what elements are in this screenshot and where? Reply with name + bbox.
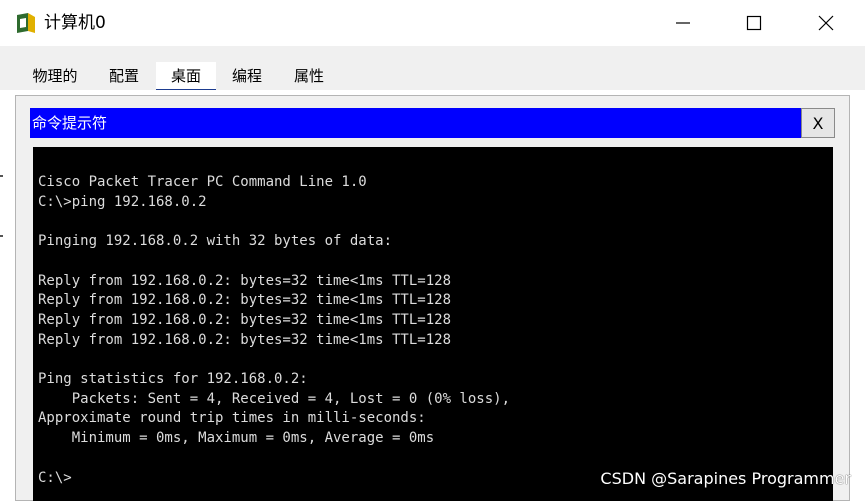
terminal-line: Cisco Packet Tracer PC Command Line 1.0	[38, 174, 367, 190]
tab-physical[interactable]: 物理的	[22, 62, 88, 92]
tab-strip: 物理的 配置 桌面 编程 属性	[0, 46, 865, 92]
command-prompt-title: 命令提示符	[32, 114, 108, 132]
terminal-line: Minimum = 0ms, Maximum = 0ms, Average = …	[38, 430, 435, 447]
minimize-button[interactable]	[663, 8, 703, 38]
command-prompt-close-button[interactable]: X	[801, 108, 835, 138]
close-button[interactable]	[806, 8, 846, 38]
terminal-line: Pinging 192.168.0.2 with 32 bytes of dat…	[38, 233, 393, 250]
terminal-line: Approximate round trip times in milli-se…	[38, 410, 426, 427]
terminal-text: Cisco Packet Tracer PC Command Line 1.0 …	[38, 173, 510, 488]
maximize-icon	[746, 15, 762, 31]
command-prompt-title-bar[interactable]: 命令提示符 X	[30, 108, 835, 138]
edge-mark	[0, 235, 3, 237]
edge-mark	[0, 175, 3, 177]
maximize-button[interactable]	[734, 8, 774, 38]
terminal-line: Reply from 192.168.0.2: bytes=32 time<1m…	[38, 272, 452, 289]
terminal-line: Ping statistics for 192.168.0.2:	[38, 371, 308, 388]
watermark-text: CSDN @Sarapines Programmer	[600, 469, 851, 488]
window-title-bar[interactable]: 计算机0	[0, 0, 865, 46]
tab-config[interactable]: 配置	[96, 62, 152, 92]
tab-attributes[interactable]: 属性	[280, 62, 338, 92]
terminal-line: Reply from 192.168.0.2: bytes=32 time<1m…	[38, 292, 452, 309]
terminal-output[interactable]: Cisco Packet Tracer PC Command Line 1.0 …	[33, 147, 833, 501]
terminal-line: Reply from 192.168.0.2: bytes=32 time<1m…	[38, 311, 452, 328]
window-title: 计算机0	[44, 13, 106, 33]
packet-tracer-pc-icon	[17, 13, 35, 33]
close-icon	[818, 15, 834, 31]
tab-programming[interactable]: 编程	[218, 62, 276, 92]
minimize-icon	[676, 22, 690, 24]
terminal-line: C:\>ping 192.168.0.2	[38, 193, 207, 210]
tab-desktop[interactable]: 桌面	[156, 62, 216, 92]
terminal-line: Reply from 192.168.0.2: bytes=32 time<1m…	[38, 331, 452, 348]
terminal-line: C:\>	[38, 469, 72, 486]
terminal-line: Packets: Sent = 4, Received = 4, Lost = …	[38, 390, 511, 407]
